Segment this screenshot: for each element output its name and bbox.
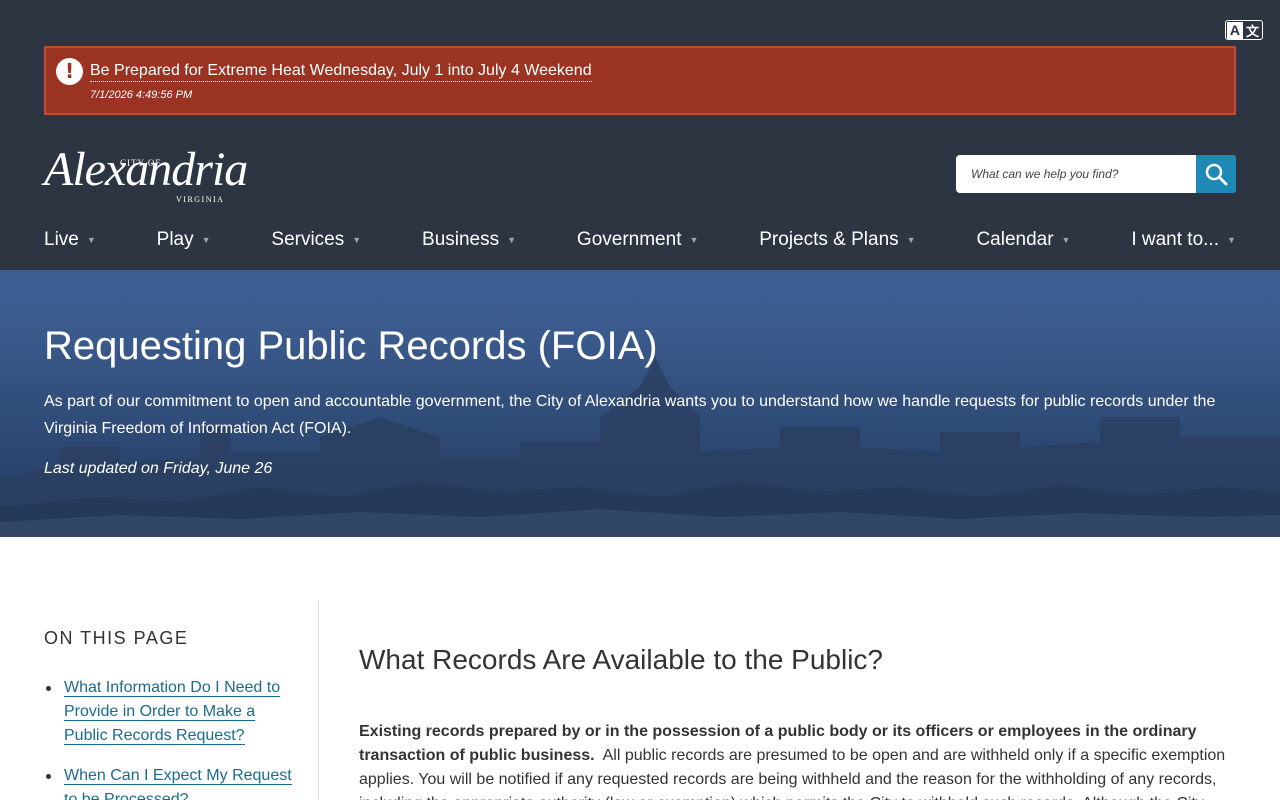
- sidebar-heading: ON THIS PAGE: [44, 628, 189, 648]
- logo-name: Alexandria: [44, 143, 248, 196]
- nav-label: Services: [271, 229, 345, 250]
- hero-banner: Requesting Public Records (FOIA) As part…: [0, 270, 1280, 537]
- nav-item-calendar[interactable]: Calendar ▼: [976, 229, 1070, 251]
- logo-city-of: CITY OF: [120, 158, 162, 168]
- alert-timestamp: 7/1/2026 4:49:56 PM: [90, 89, 193, 101]
- chevron-down-icon: ▼: [352, 235, 362, 245]
- last-updated: Last updated on Friday, June 26: [44, 460, 273, 477]
- toc-link-information-needed[interactable]: What Information Do I Need to Provide in…: [64, 679, 281, 745]
- site-header: A 文 ! Be Prepared for Extreme Heat Wedne…: [0, 0, 1280, 270]
- nav-label: Play: [156, 229, 194, 250]
- nav-item-i-want-to[interactable]: I want to... ▼: [1131, 229, 1236, 251]
- chevron-down-icon: ▼: [689, 235, 699, 245]
- nav-item-projects-plans[interactable]: Projects & Plans ▼: [759, 229, 915, 251]
- section-paragraph: Existing records prepared by or in the p…: [359, 720, 1234, 800]
- alert-banner: ! Be Prepared for Extreme Heat Wednesday…: [44, 46, 1236, 115]
- translate-icon: A: [1226, 21, 1244, 39]
- chevron-down-icon: ▼: [507, 235, 517, 245]
- page-title: Requesting Public Records (FOIA): [44, 324, 658, 368]
- chevron-down-icon: ▼: [1061, 235, 1071, 245]
- logo-state: VIRGINIA: [176, 195, 225, 204]
- translate-button[interactable]: A 文: [1225, 20, 1263, 40]
- alert-link[interactable]: Be Prepared for Extreme Heat Wednesday, …: [90, 61, 592, 82]
- search-box: [956, 155, 1236, 193]
- on-this-page-sidebar: ON THIS PAGE What Information Do I Need …: [44, 600, 319, 800]
- exclamation-icon: !: [56, 58, 83, 85]
- chevron-down-icon: ▼: [86, 235, 96, 245]
- chevron-down-icon: ▼: [201, 235, 211, 245]
- nav-label: Live: [44, 229, 79, 250]
- nav-item-government[interactable]: Government ▼: [577, 229, 698, 251]
- nav-label: Calendar: [976, 229, 1054, 250]
- city-logo[interactable]: Alexandria CITY OF VIRGINIA: [44, 138, 248, 210]
- toc-link-when-processed[interactable]: When Can I Expect My Request to be Proce…: [64, 767, 292, 800]
- page-description: As part of our commitment to open and ac…: [44, 393, 1216, 437]
- translate-icon-glyph: 文: [1246, 24, 1260, 40]
- nav-item-play[interactable]: Play ▼: [157, 229, 211, 251]
- nav-label: Projects & Plans: [759, 229, 899, 250]
- nav-label: I want to...: [1131, 229, 1219, 250]
- chevron-down-icon: ▼: [906, 235, 916, 245]
- main-content: What Records Are Available to the Public…: [359, 600, 1239, 800]
- chevron-down-icon: ▼: [1226, 235, 1236, 245]
- search-input[interactable]: [956, 155, 1196, 193]
- list-item: What Information Do I Need to Provide in…: [44, 676, 294, 748]
- main-nav: Live ▼ Play ▼ Services ▼ Business ▼ Governme…: [44, 226, 1236, 254]
- city-skyline-image: [0, 357, 1280, 537]
- nav-label: Business: [422, 229, 500, 250]
- nav-label: Government: [576, 229, 682, 250]
- section-heading: What Records Are Available to the Public…: [359, 644, 884, 675]
- nav-item-business[interactable]: Business ▼: [422, 229, 516, 251]
- search-icon: [1205, 163, 1228, 186]
- search-button[interactable]: [1196, 155, 1236, 193]
- toc-list: What Information Do I Need to Provide in…: [44, 676, 294, 800]
- list-item: When Can I Expect My Request to be Proce…: [44, 764, 294, 800]
- nav-item-live[interactable]: Live ▼: [44, 229, 96, 251]
- nav-item-services[interactable]: Services ▼: [271, 229, 361, 251]
